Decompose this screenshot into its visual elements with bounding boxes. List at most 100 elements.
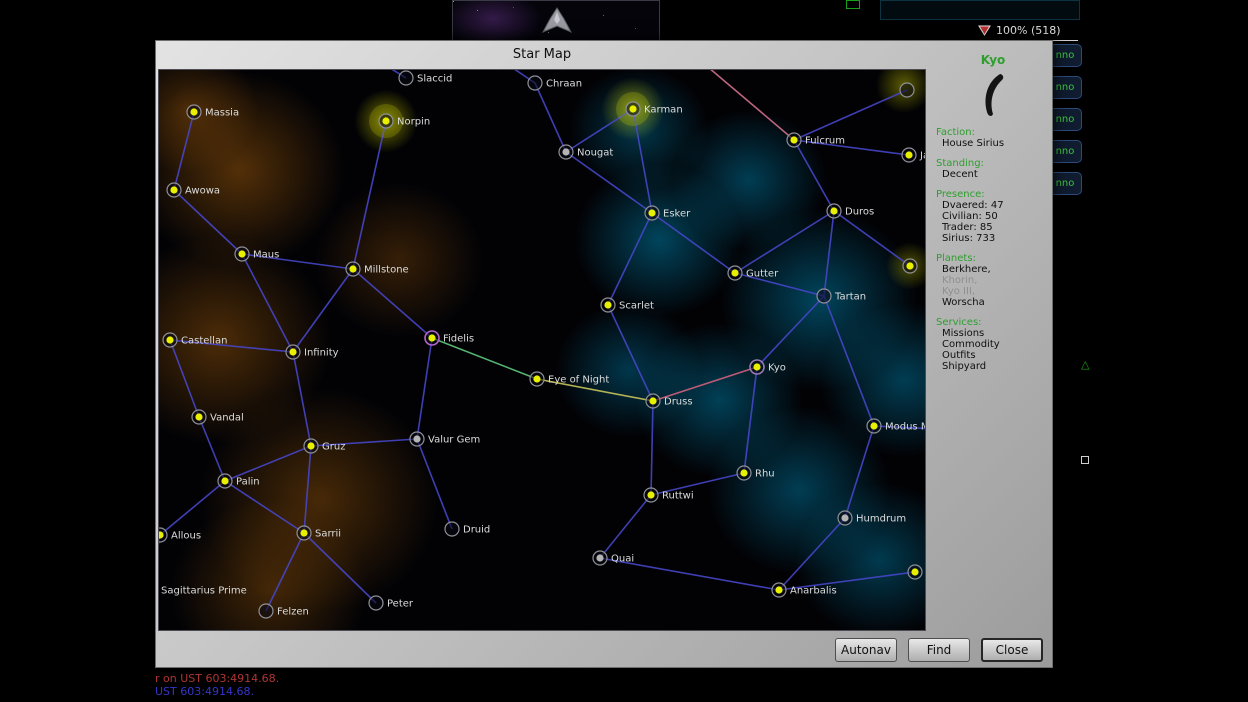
system-label: Tartan xyxy=(834,292,866,303)
system-label: Ruttwi xyxy=(662,491,694,502)
autonav-button[interactable]: Autonav xyxy=(835,638,897,662)
system-maus[interactable]: Maus xyxy=(235,247,279,261)
system-tartan[interactable]: Tartan xyxy=(817,289,866,303)
star-map-dialog: Star Map Slaccid Chraan Karman Massia Norpin… xyxy=(155,40,1053,668)
hyperlane xyxy=(735,211,834,273)
system-label: Quai xyxy=(611,554,634,565)
system-core xyxy=(300,529,307,536)
system-core xyxy=(604,301,611,308)
system-gutter[interactable]: Gutter xyxy=(728,266,779,280)
hud-side-button-column: nno nno nno nno nno xyxy=(1048,44,1084,204)
presence-item: Trader: 85 xyxy=(942,222,1050,233)
presence-item: Civilian: 50 xyxy=(942,211,1050,222)
presence-list: Dvaered: 47Civilian: 50Trader: 85Sirius:… xyxy=(936,200,1050,244)
system-sarrii[interactable]: Sarrii xyxy=(297,526,341,540)
system-unnamed[interactable] xyxy=(908,565,922,579)
system-core xyxy=(596,554,603,561)
service-item: Commodity xyxy=(942,339,1050,350)
system-sagittarius-prime[interactable]: Sagittarius Prime xyxy=(159,583,247,597)
system-gruz[interactable]: Gruz xyxy=(304,439,345,453)
system-peter[interactable]: Peter xyxy=(369,596,414,610)
hyperlane xyxy=(757,296,824,367)
system-allous[interactable]: Allous xyxy=(159,528,201,542)
system-palin[interactable]: Palin xyxy=(218,474,260,488)
close-button[interactable]: Close xyxy=(981,638,1043,662)
system-label: Scarlet xyxy=(619,301,654,312)
hyperlane xyxy=(353,269,432,338)
system-esker[interactable]: Esker xyxy=(645,206,691,220)
system-eye-of-night[interactable]: Eye of Night xyxy=(530,372,609,386)
system-label: Druss xyxy=(664,397,693,408)
system-castellan[interactable]: Castellan xyxy=(163,333,227,347)
service-item: Missions xyxy=(942,328,1050,339)
dialog-title: Star Map xyxy=(156,47,928,62)
system-fulcrum[interactable]: Fulcrum xyxy=(787,133,845,147)
system-quai[interactable]: Quai xyxy=(593,551,634,565)
system-norpin[interactable]: Norpin xyxy=(369,104,430,138)
hud-side-button[interactable]: nno xyxy=(1048,140,1082,163)
radar-square-marker xyxy=(1081,456,1089,464)
system-valur-gem[interactable]: Valur Gem xyxy=(410,432,480,446)
system-core xyxy=(790,136,797,143)
target-percent-text: 100% (518) xyxy=(996,24,1061,37)
hyperlane xyxy=(834,211,910,266)
faction-value: House Sirius xyxy=(942,138,1050,149)
system-duros[interactable]: Duros xyxy=(827,204,874,218)
system-vandal[interactable]: Vandal xyxy=(192,410,244,424)
planets-label: Planets: xyxy=(936,253,1050,264)
star-map-canvas[interactable]: Slaccid Chraan Karman Massia Norpin Fulcrum Ja… xyxy=(158,69,926,631)
system-label: Karman xyxy=(644,105,683,116)
presence-block: Presence: Dvaered: 47Civilian: 50Trader:… xyxy=(936,189,1050,244)
system-felzen[interactable]: Felzen xyxy=(259,604,309,618)
system-core xyxy=(238,250,245,257)
system-kyo[interactable]: Kyo xyxy=(750,360,786,374)
system-infinity[interactable]: Infinity xyxy=(286,345,339,359)
system-karman[interactable]: Karman xyxy=(616,92,683,126)
target-icon xyxy=(978,25,991,36)
planet-item: Khorin, xyxy=(942,275,1050,286)
hud-side-button[interactable]: nno xyxy=(1048,108,1082,131)
system-druss[interactable]: Druss xyxy=(646,394,693,408)
system-core xyxy=(166,336,173,343)
system-awowa[interactable]: Awowa xyxy=(167,183,220,197)
system-scarlet[interactable]: Scarlet xyxy=(601,298,654,312)
system-core xyxy=(649,397,656,404)
hud-side-button[interactable]: nno xyxy=(1048,172,1082,195)
hyperlane xyxy=(417,338,432,439)
system-core xyxy=(647,491,654,498)
system-jac[interactable]: Jac xyxy=(902,148,926,162)
system-chraan[interactable]: Chraan xyxy=(528,76,582,90)
system-label: Castellan xyxy=(181,336,227,347)
system-nougat[interactable]: Nougat xyxy=(559,145,613,159)
star-map-svg[interactable]: Slaccid Chraan Karman Massia Norpin Fulcrum Ja… xyxy=(159,70,926,631)
system-massia[interactable]: Massia xyxy=(187,105,239,119)
system-modus-m[interactable]: Modus M xyxy=(867,419,926,433)
find-button[interactable]: Find xyxy=(908,638,970,662)
starfield-dots xyxy=(453,1,454,2)
hyperlane xyxy=(293,269,353,352)
target-health-readout: 100% (518) xyxy=(978,22,1080,39)
hyperlane xyxy=(779,518,845,590)
system-ring xyxy=(259,604,273,618)
presence-label: Presence: xyxy=(936,189,1050,200)
system-anarbalis[interactable]: Anarbalis xyxy=(772,583,837,597)
hyperlane xyxy=(608,305,653,401)
hyperlane xyxy=(293,352,311,446)
system-rhu[interactable]: Rhu xyxy=(737,466,775,480)
system-ring xyxy=(399,71,413,85)
standing-value: Decent xyxy=(942,169,1050,180)
selected-system-name: Kyo xyxy=(936,53,1050,67)
system-core xyxy=(830,207,837,214)
hud-side-button[interactable]: nno xyxy=(1048,44,1082,67)
system-humdrum[interactable]: Humdrum xyxy=(838,511,906,525)
system-ruttwi[interactable]: Ruttwi xyxy=(644,488,694,502)
system-slaccid[interactable]: Slaccid xyxy=(399,71,452,85)
system-fidelis[interactable]: Fidelis xyxy=(425,331,474,345)
system-unnamed[interactable] xyxy=(900,83,914,97)
hyperlane xyxy=(845,426,874,518)
system-unnamed[interactable] xyxy=(903,259,917,273)
system-druid[interactable]: Druid xyxy=(445,522,490,536)
system-millstone[interactable]: Millstone xyxy=(346,262,409,276)
hud-side-button[interactable]: nno xyxy=(1048,76,1082,99)
system-label: Infinity xyxy=(304,348,339,359)
